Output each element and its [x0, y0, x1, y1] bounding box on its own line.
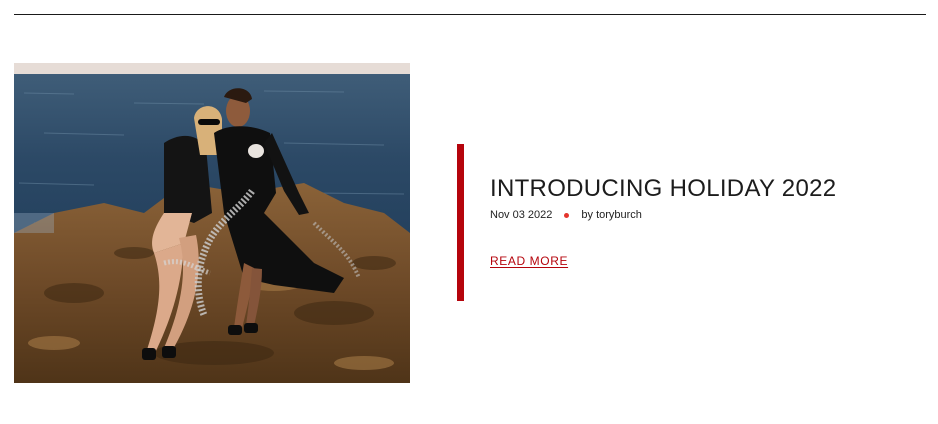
- read-more-link[interactable]: READ MORE: [490, 254, 568, 268]
- post-title[interactable]: INTRODUCING HOLIDAY 2022: [490, 175, 920, 203]
- post-date: Nov 03 2022: [490, 209, 553, 221]
- post-author: by toryburch: [581, 209, 642, 221]
- post-meta: Nov 03 2022 by toryburch: [490, 208, 642, 222]
- separator-dot-icon: [564, 212, 570, 218]
- top-divider: [14, 14, 926, 15]
- post-image[interactable]: [14, 63, 410, 383]
- blog-post-page: INTRODUCING HOLIDAY 2022 Nov 03 2022 by …: [0, 0, 938, 424]
- accent-bar: [457, 144, 464, 301]
